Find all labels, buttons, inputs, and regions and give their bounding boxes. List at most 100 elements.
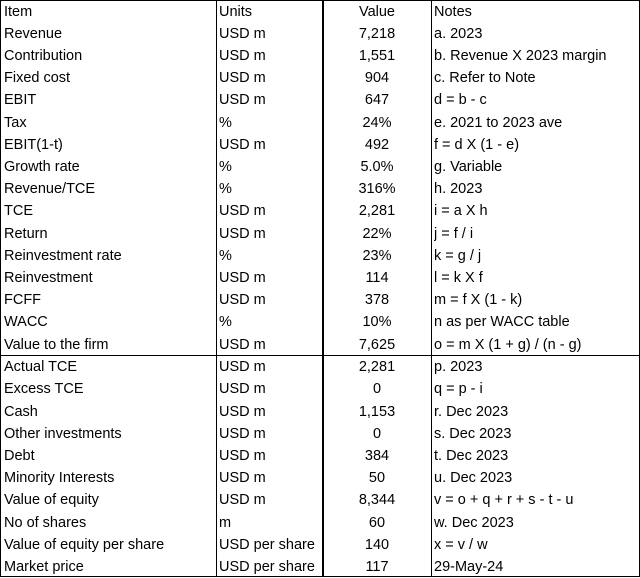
cell-item: Value to the firm (4, 336, 109, 353)
cell-item: FCFF (4, 292, 42, 309)
cell-notes: e. 2021 to 2023 ave (434, 114, 563, 131)
cell-item: Contribution (4, 47, 83, 64)
table-row: Value of equity USD m 8,344 v = o + q + r +… (1, 489, 639, 511)
cell-notes: v = o + q + r + s - t - u (434, 492, 574, 509)
header-notes: Notes (434, 4, 472, 20)
cell-units: USD per share (219, 559, 315, 575)
cell-value: 1,153 (358, 403, 396, 420)
cell-units: USD m (219, 136, 266, 153)
table-row: Debt USD m 384 t. Dec 2023 (1, 445, 639, 467)
cell-notes: s. Dec 2023 (434, 425, 512, 442)
cell-units: USD m (219, 336, 266, 353)
cell-value: 8,344 (358, 492, 396, 509)
cell-units: % (219, 114, 232, 131)
cell-value: 50 (368, 470, 386, 487)
cell-units: USD m (219, 292, 266, 309)
table-row: Revenue USD m 7,218 a. 2023 (1, 23, 639, 45)
table-row: Return USD m 22% j = f / i (1, 223, 639, 245)
cell-item: Other investments (4, 425, 122, 442)
cell-units: USD m (219, 359, 266, 376)
cell-notes: q = p - i (434, 381, 483, 398)
cell-notes: w. Dec 2023 (434, 514, 514, 531)
cell-item: Fixed cost (4, 70, 71, 87)
cell-units: USD m (219, 92, 266, 109)
cell-units: USD m (219, 425, 266, 442)
table-row: Revenue/TCE% 316% h. 2023 (1, 178, 639, 200)
cell-item: Market price (4, 559, 84, 575)
cell-item: Tax (4, 114, 27, 131)
cell-units: USD m (219, 70, 266, 87)
cell-units: % (219, 247, 232, 264)
table-row: Value of equity per share USD per share 14… (1, 534, 639, 556)
cell-notes: m = f X (1 - k) (434, 292, 523, 309)
cell-units: USD m (219, 381, 266, 398)
cell-notes: a. 2023 (434, 25, 483, 42)
table-row: No of shares m 60 w. Dec 2023 (1, 512, 639, 534)
cell-item: No of shares (4, 514, 87, 531)
cell-value: 114 (365, 269, 389, 286)
table-row: Fixed cost USD m 904 c. Refer to Note (1, 67, 639, 89)
cell-units: % (219, 158, 232, 175)
cell-item: EBIT(1-t) (4, 136, 63, 153)
cell-notes: 29-May-24 (434, 559, 504, 575)
cell-notes: x = v / w (434, 536, 488, 553)
table-row: TCE USD m 2,281 i = a X h (1, 200, 639, 222)
cell-item: Value of equity per share (4, 536, 165, 553)
cell-item: Debt (4, 448, 35, 464)
cell-value: 140 (364, 536, 390, 553)
cell-notes: p. 2023 (434, 359, 483, 376)
cell-units: USD m (219, 269, 266, 286)
cell-value: 384 (364, 448, 390, 464)
cell-value: 904 (364, 70, 390, 87)
table-row: Actual TCE USD m 2,281 p. 2023 (1, 356, 639, 378)
cell-item: Return (4, 225, 48, 242)
table-row: Reinvestment USD m 114 l = k X f (1, 267, 639, 289)
cell-value: 2,281 (358, 203, 396, 220)
cell-value: 378 (364, 292, 390, 309)
cell-value: 7,625 (358, 336, 396, 353)
header-units: Units (219, 4, 253, 20)
cell-notes: d = b - c (434, 92, 487, 109)
table-row: Cash USD m 1,153 r. Dec 2023 (1, 401, 639, 423)
cell-value: 7,218 (358, 25, 396, 42)
table-row: FCFF USD m 378 m = f X (1 - k) (1, 289, 639, 311)
cell-value: 117 (365, 559, 389, 575)
cell-units: USD m (219, 470, 266, 487)
cell-value: 10% (362, 314, 392, 331)
cell-item: Reinvestment (4, 269, 93, 286)
cell-units: USD m (219, 492, 266, 509)
cell-item: Revenue (4, 25, 63, 42)
cell-notes: r. Dec 2023 (434, 403, 509, 420)
table-row: WACC% 10% n as per WACC table (1, 311, 639, 333)
cell-item: Excess TCE (4, 381, 84, 398)
cell-value: 2,281 (358, 359, 396, 376)
cell-units: USD m (219, 25, 266, 42)
valuation-table: Item Units Value Notes Revenue USD m 7,218… (0, 0, 640, 577)
table-row: Contribution USD m 1,551 b. Revenue X 2023 … (1, 45, 639, 67)
cell-value: 1,551 (358, 47, 396, 64)
table-row: EBIT(1-t) USD m 492 f = d X (1 - e) (1, 134, 639, 156)
header-item: Item (4, 4, 33, 20)
table-row: EBIT USD m 647 d = b - c (1, 89, 639, 111)
cell-value: 492 (364, 136, 390, 153)
header-value: Value (358, 4, 395, 20)
cell-item: Minority Interests (4, 470, 115, 487)
cell-notes: j = f / i (434, 225, 474, 242)
cell-value: 5.0% (360, 158, 394, 175)
cell-notes: h. 2023 (434, 181, 483, 198)
cell-notes: o = m X (1 + g) / (n - g) (434, 336, 582, 353)
table-row: Value to the firm USD m 7,625 o = m X (1 + … (1, 334, 639, 356)
cell-units: USD per share (219, 536, 315, 553)
cell-item: Cash (4, 403, 38, 420)
cell-notes: c. Refer to Note (434, 70, 536, 87)
cell-item: Actual TCE (4, 359, 78, 376)
table-row: Market price USD per share 117 29-May-24 (1, 556, 639, 578)
header-row: Item Units Value Notes (1, 1, 639, 23)
cell-value: 316% (358, 181, 396, 198)
table-row: Tax% 24% e. 2021 to 2023 ave (1, 112, 639, 134)
cell-units: USD m (219, 225, 266, 242)
cell-item: TCE (4, 203, 33, 220)
cell-units: % (219, 181, 232, 198)
cell-item: Revenue/TCE (4, 181, 96, 198)
cell-item: WACC (4, 314, 48, 331)
